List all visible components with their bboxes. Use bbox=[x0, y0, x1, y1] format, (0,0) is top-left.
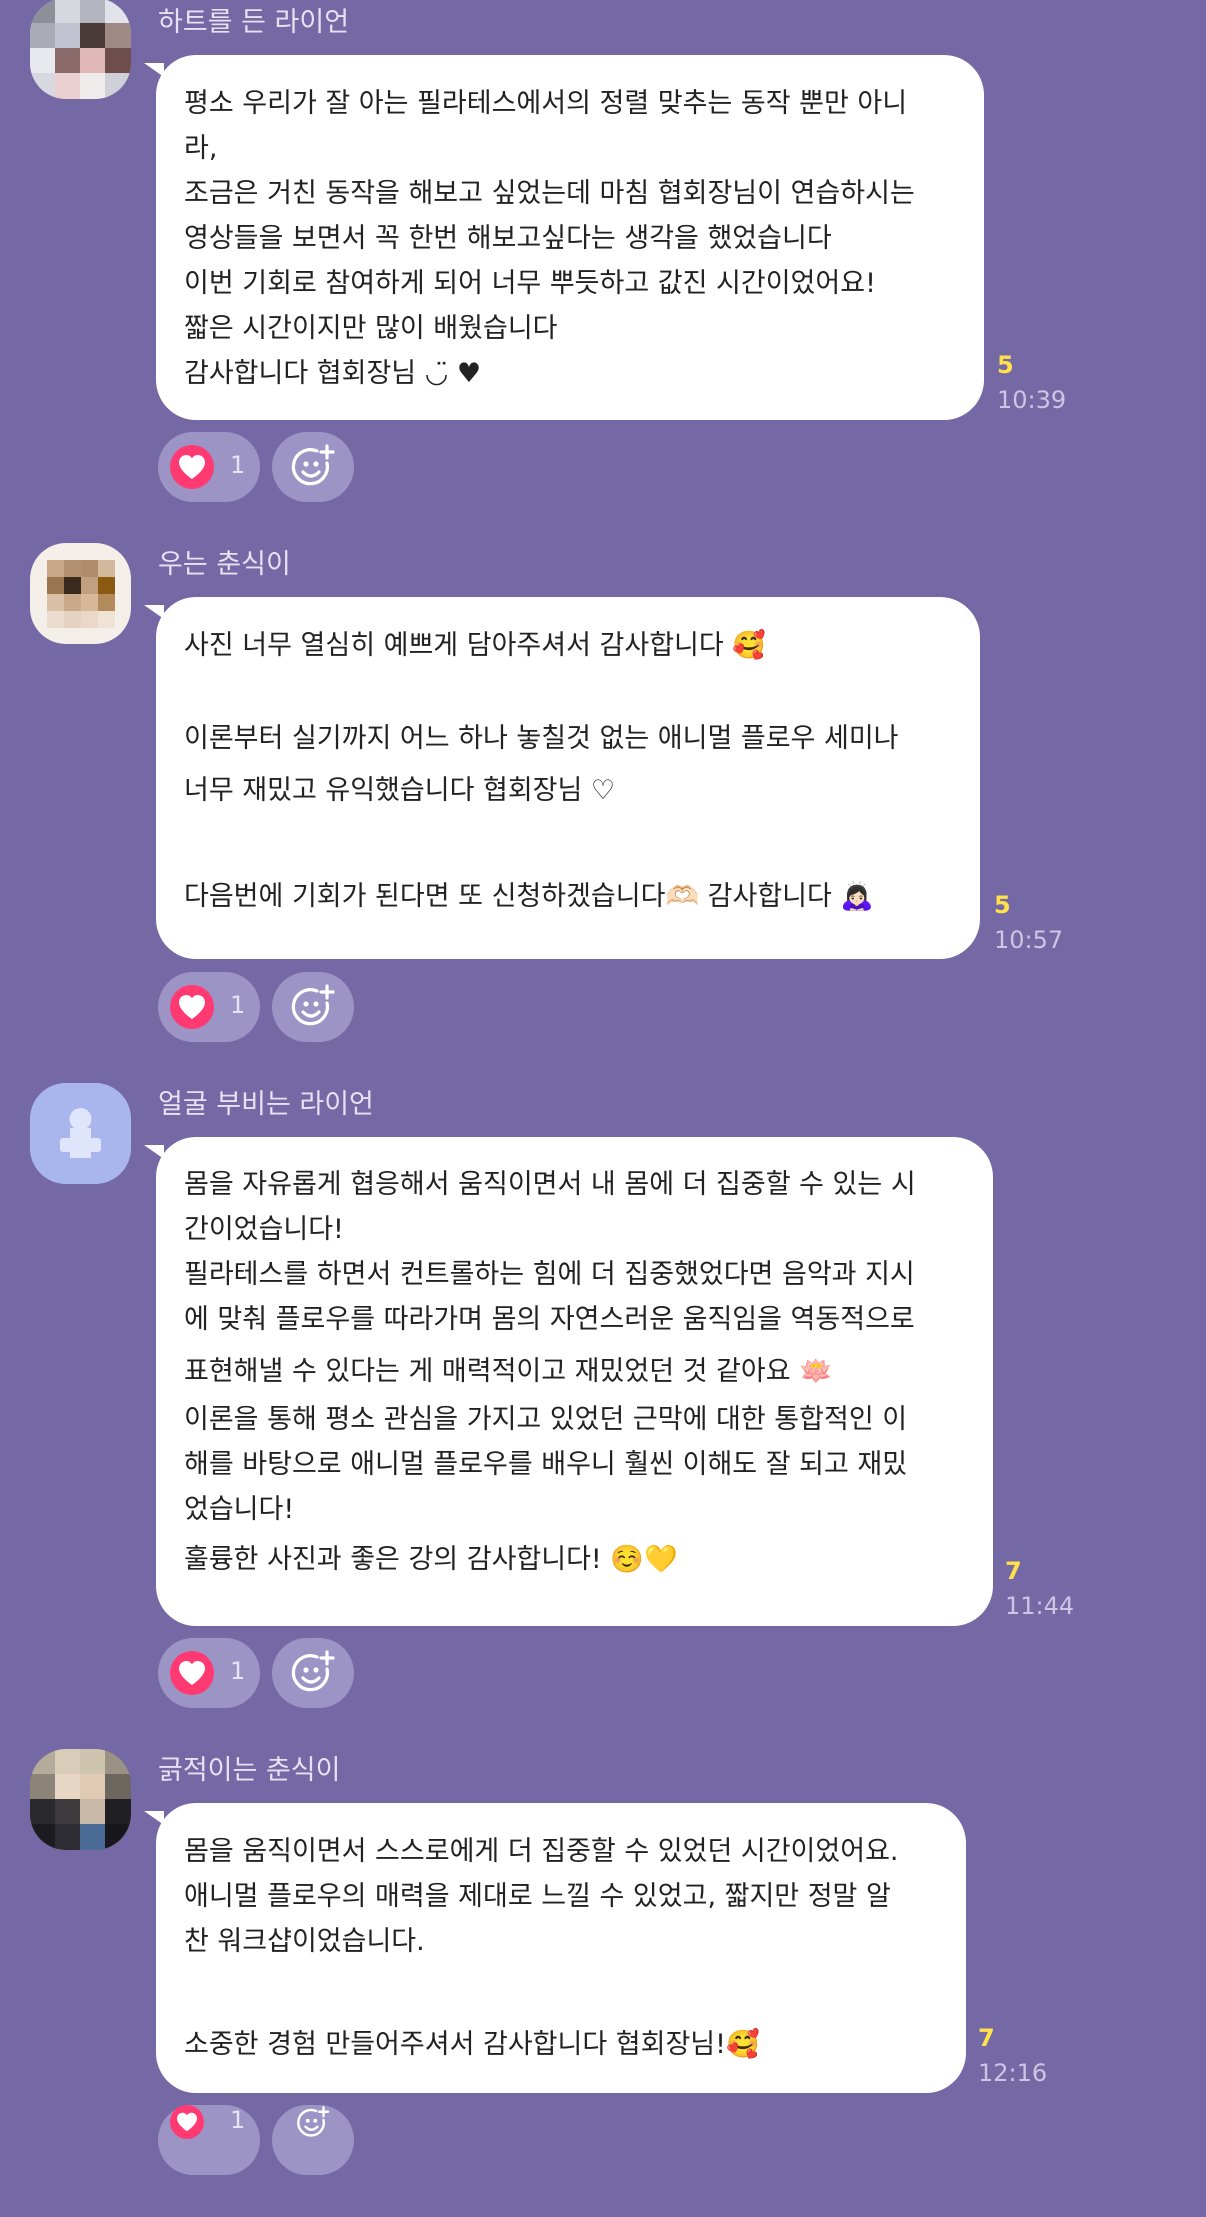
sender-name: 하트를 든 라이언 bbox=[158, 7, 350, 38]
message-line: 영상들을 보면서 꼭 한번 해보고싶다는 생각을 했었습니다 bbox=[184, 223, 832, 254]
message-line bbox=[184, 1964, 938, 2022]
unread-count: 7 bbox=[978, 2024, 995, 2052]
default-profile-icon bbox=[30, 1083, 131, 1184]
message-line: 라, bbox=[184, 133, 218, 164]
message-line: 평소 우리가 잘 아는 필라테스에서의 정렬 맞추는 동작 뿐만 아니 bbox=[184, 88, 908, 119]
message-line: 사진 너무 열심히 예쁘게 담아주셔서 감사합니다 🥰 bbox=[184, 630, 766, 661]
message-line: 너무 재밌고 유익했습니다 협회장님 ♡ bbox=[184, 775, 616, 806]
sender-name: 우는 춘식이 bbox=[158, 549, 291, 580]
message-time: 10:57 bbox=[994, 926, 1064, 954]
message-line: 몸을 움직이면서 스스로에게 더 집중할 수 있었던 시간이었어요. bbox=[184, 1836, 899, 1867]
message-bubble[interactable]: 몸을 자유롭게 협응해서 움직이면서 내 몸에 더 집중할 수 있는 시 간이었… bbox=[144, 1137, 993, 1626]
like-reaction-button[interactable]: 1 bbox=[158, 1638, 260, 1708]
like-reaction-button[interactable]: 1 bbox=[158, 432, 260, 502]
message-line: 감사합니다 협회장님 ◡̈ ♥ bbox=[184, 358, 482, 389]
message-line: 해를 바탕으로 애니멀 플로우를 배우니 훨씬 이해도 잘 되고 재밌 bbox=[184, 1449, 908, 1480]
message-line: 표현해낼 수 있다는 게 매력적이고 재밌었던 것 같아요 🪷 bbox=[184, 1356, 833, 1387]
add-reaction-button[interactable] bbox=[272, 972, 354, 1042]
add-reaction-smile-icon bbox=[291, 444, 335, 486]
message-line: 에 맞춰 플로우를 따라가며 몸의 자연스러운 움직임을 역동적으로 bbox=[184, 1304, 915, 1335]
sender-name: 얼굴 부비는 라이언 bbox=[158, 1089, 374, 1120]
like-reaction-button[interactable]: 1 bbox=[158, 2105, 260, 2175]
message-bubble[interactable]: 사진 너무 열심히 예쁘게 담아주셔서 감사합니다 🥰 이론부터 실기까지 어느… bbox=[144, 597, 980, 959]
message-time: 11:44 bbox=[1005, 1592, 1075, 1620]
heart-icon bbox=[170, 1651, 214, 1695]
unread-count: 5 bbox=[997, 351, 1014, 379]
unread-count: 5 bbox=[994, 891, 1011, 919]
message-line: 짧은 시간이지만 많이 배웠습니다 bbox=[184, 313, 558, 344]
message-line: 었습니다! bbox=[184, 1494, 295, 1525]
unread-count: 7 bbox=[1005, 1557, 1022, 1585]
message-bubble[interactable]: 몸을 움직이면서 스스로에게 더 집중할 수 있었던 시간이었어요. 애니멀 플… bbox=[144, 1803, 966, 2093]
message-line: 이론부터 실기까지 어느 하나 놓칠것 없는 애니멀 플로우 세미나 bbox=[184, 723, 899, 754]
message-line: 몸을 자유롭게 협응해서 움직이면서 내 몸에 더 집중할 수 있는 시 bbox=[184, 1169, 916, 1200]
message-line: 훌륭한 사진과 좋은 강의 감사합니다! ☺️💛 bbox=[184, 1544, 678, 1575]
avatar[interactable] bbox=[30, 1749, 131, 1850]
like-reaction-button[interactable]: 1 bbox=[158, 972, 260, 1042]
message-line: 필라테스를 하면서 컨트롤하는 힘에 더 집중했었다면 음악과 지시 bbox=[184, 1259, 915, 1290]
message-line: 다음번에 기회가 된다면 또 신청하겠습니다🫶🏻 감사합니다 🙇🏻‍♀️ bbox=[184, 881, 875, 912]
like-count: 1 bbox=[230, 451, 246, 479]
heart-icon bbox=[170, 445, 214, 489]
message-line: 조금은 거친 동작을 해보고 싶었는데 마침 협회장님이 연습하시는 bbox=[184, 178, 915, 209]
like-count: 1 bbox=[230, 1657, 246, 1685]
message-line bbox=[184, 668, 952, 716]
message-line bbox=[184, 818, 952, 874]
add-reaction-smile-icon bbox=[291, 984, 335, 1026]
message-time: 10:39 bbox=[997, 386, 1067, 414]
message-line: 이번 기회로 참여하게 되어 너무 뿌듯하고 값진 시간이었어요! bbox=[184, 268, 876, 299]
like-count: 1 bbox=[230, 991, 246, 1019]
message-line: 찬 워크샵이었습니다. bbox=[184, 1926, 425, 1957]
message-bubble[interactable]: 평소 우리가 잘 아는 필라테스에서의 정렬 맞추는 동작 뿐만 아니 라, 조… bbox=[144, 55, 984, 420]
add-reaction-smile-icon bbox=[291, 1650, 335, 1692]
add-reaction-button[interactable] bbox=[272, 432, 354, 502]
message-line: 소중한 경험 만들어주셔서 감사합니다 협회장님!🥰 bbox=[184, 2029, 760, 2060]
heart-icon bbox=[170, 2105, 204, 2139]
message-line: 애니멀 플로우의 매력을 제대로 느낄 수 있었고, 짧지만 정말 알 bbox=[184, 1881, 891, 1912]
add-reaction-button[interactable] bbox=[272, 2105, 354, 2175]
avatar[interactable] bbox=[30, 543, 131, 644]
add-reaction-smile-icon bbox=[297, 2106, 330, 2137]
avatar[interactable] bbox=[30, 0, 131, 99]
heart-icon bbox=[170, 985, 214, 1029]
message-line: 간이었습니다! bbox=[184, 1214, 344, 1245]
avatar[interactable] bbox=[30, 1083, 131, 1184]
add-reaction-button[interactable] bbox=[272, 1638, 354, 1708]
like-count: 1 bbox=[230, 2106, 246, 2134]
sender-name: 긁적이는 춘식이 bbox=[158, 1755, 341, 1786]
message-time: 12:16 bbox=[978, 2059, 1048, 2087]
message-line: 이론을 통해 평소 관심을 가지고 있었던 근막에 대한 통합적인 이 bbox=[184, 1404, 908, 1435]
